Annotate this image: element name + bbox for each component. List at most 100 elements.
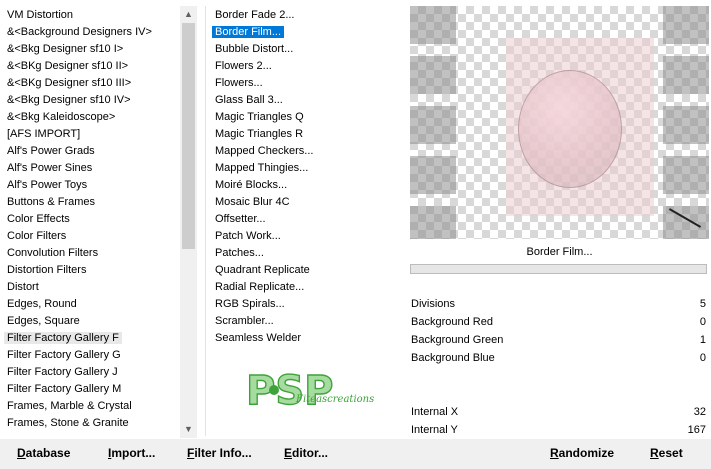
category-item[interactable]: VM Distortion <box>0 7 180 24</box>
filter-item[interactable]: Moiré Blocks... <box>208 177 398 194</box>
filter-item[interactable]: Mosaic Blur 4C <box>208 194 398 211</box>
filter-item-label: Mapped Checkers... <box>215 145 314 157</box>
param-row-background-red[interactable]: Background Red 0 <box>410 313 708 331</box>
filter-item-label: Flowers 2... <box>215 60 272 72</box>
watermark-small-text: Fiteascreations <box>295 394 374 405</box>
category-item[interactable]: Convolution Filters <box>0 245 180 262</box>
category-item-label: Filter Factory Gallery G <box>7 349 121 361</box>
progress-bar <box>410 264 707 274</box>
filter-item[interactable]: Border Film... <box>208 24 398 41</box>
category-item-label: Frames, Stone & Granite <box>7 417 129 429</box>
filter-info-button[interactable]: Filter Info... <box>187 445 252 462</box>
param-row-internal-x[interactable]: Internal X 32 <box>410 403 708 421</box>
param-name: Internal Y <box>411 424 458 436</box>
category-item[interactable]: &<Bkg Designer sf10 I> <box>0 41 180 58</box>
category-item[interactable]: [AFS IMPORT] <box>0 126 180 143</box>
category-item[interactable]: Frames, Textured <box>0 432 180 435</box>
category-item[interactable]: Edges, Round <box>0 296 180 313</box>
filter-item[interactable]: Glass Ball 3... <box>208 92 398 109</box>
editor-button[interactable]: Editor... <box>284 445 328 462</box>
category-scrollbar[interactable]: ▲ ▼ <box>180 6 197 438</box>
category-item[interactable]: Filter Factory Gallery J <box>0 364 180 381</box>
category-item-label: Color Effects <box>7 213 70 225</box>
param-value[interactable]: 1 <box>700 331 706 349</box>
category-item-label: &<BKg Designer sf10 II> <box>7 60 129 72</box>
category-item[interactable]: Frames, Marble & Crystal <box>0 398 180 415</box>
filter-item-label: Patches... <box>215 247 264 259</box>
filter-item[interactable]: Bubble Distort... <box>208 41 398 58</box>
filter-item[interactable]: Patch Work... <box>208 228 398 245</box>
category-item[interactable]: &<Bkg Designer sf10 IV> <box>0 92 180 109</box>
filter-item[interactable]: Mapped Checkers... <box>208 143 398 160</box>
filter-item[interactable]: Patches... <box>208 245 398 262</box>
filter-item[interactable]: Flowers 2... <box>208 58 398 75</box>
filter-item[interactable]: Magic Triangles R <box>208 126 398 143</box>
category-item-label: [AFS IMPORT] <box>7 128 81 140</box>
category-item[interactable]: &<BKg Designer sf10 II> <box>0 58 180 75</box>
filter-item[interactable]: Mapped Thingies... <box>208 160 398 177</box>
category-item-label: &<Bkg Designer sf10 I> <box>7 43 124 55</box>
category-item[interactable]: Filter Factory Gallery G <box>0 347 180 364</box>
category-item[interactable]: Filter Factory Gallery F <box>0 330 180 347</box>
filter-item-label: Glass Ball 3... <box>215 94 283 106</box>
category-item-label: Filter Factory Gallery F <box>4 332 122 344</box>
scrollbar-thumb[interactable] <box>182 23 195 249</box>
randomize-button[interactable]: Randomize <box>550 445 614 462</box>
category-list[interactable]: VM Distortion &<Background Designers IV> &… <box>0 7 180 435</box>
filter-list[interactable]: Border Fade 2... Border Film... Bubble Dis… <box>208 7 398 357</box>
category-item[interactable]: Filter Factory Gallery M <box>0 381 180 398</box>
chevron-up-icon[interactable]: ▲ <box>180 6 197 23</box>
category-item-label: Edges, Round <box>7 298 77 310</box>
category-item[interactable]: &<BKg Designer sf10 III> <box>0 75 180 92</box>
category-item-label: Alf's Power Grads <box>7 145 95 157</box>
category-item[interactable]: Distort <box>0 279 180 296</box>
category-item[interactable]: Alf's Power Toys <box>0 177 180 194</box>
category-item[interactable]: Color Filters <box>0 228 180 245</box>
category-item-label: VM Distortion <box>7 9 74 21</box>
filter-item[interactable]: Flowers... <box>208 75 398 92</box>
category-item-label: Filter Factory Gallery J <box>7 366 118 378</box>
filter-item[interactable]: Border Fade 2... <box>208 7 398 24</box>
filter-item[interactable]: Offsetter... <box>208 211 398 228</box>
param-name: Background Red <box>411 316 493 328</box>
category-item-label: Convolution Filters <box>7 247 99 259</box>
category-item[interactable]: Alf's Power Sines <box>0 160 180 177</box>
filter-item-label: Magic Triangles R <box>215 128 304 140</box>
category-item-label: &<BKg Designer sf10 III> <box>7 77 132 89</box>
chevron-down-icon[interactable]: ▼ <box>180 421 197 438</box>
category-item[interactable]: &<Bkg Kaleidoscope> <box>0 109 180 126</box>
category-item[interactable]: Color Effects <box>0 211 180 228</box>
filter-item[interactable]: Seamless Welder <box>208 330 398 347</box>
category-item-label: &<Bkg Kaleidoscope> <box>7 111 116 123</box>
param-value[interactable]: 0 <box>700 313 706 331</box>
category-item-label: Alf's Power Sines <box>7 162 93 174</box>
param-row-divisions[interactable]: Divisions 5 <box>410 295 708 313</box>
category-item[interactable]: Frames, Stone & Granite <box>0 415 180 432</box>
database-button[interactable]: Database <box>17 445 70 462</box>
filter-item-label: Seamless Welder <box>215 332 301 344</box>
param-value[interactable]: 5 <box>700 295 706 313</box>
param-value[interactable]: 32 <box>694 403 706 421</box>
category-item[interactable]: &<Background Designers IV> <box>0 24 180 41</box>
filter-item[interactable]: Radial Replicate... <box>208 279 398 296</box>
param-name: Internal X <box>411 406 459 418</box>
param-row-internal-y[interactable]: Internal Y 167 <box>410 421 708 439</box>
filter-item[interactable]: Magic Triangles Q <box>208 109 398 126</box>
filter-item-label: Mapped Thingies... <box>215 162 309 174</box>
filter-preview <box>410 6 709 239</box>
filter-item[interactable]: RGB Spirals... <box>208 296 398 313</box>
filter-item-label: Mosaic Blur 4C <box>215 196 290 208</box>
reset-button[interactable]: Reset <box>650 445 683 462</box>
category-item[interactable]: Edges, Square <box>0 313 180 330</box>
category-item[interactable]: Alf's Power Grads <box>0 143 180 160</box>
param-value[interactable]: 0 <box>700 349 706 367</box>
param-row-background-green[interactable]: Background Green 1 <box>410 331 708 349</box>
import-button[interactable]: Import... <box>108 445 155 462</box>
param-name: Background Green <box>411 334 504 346</box>
category-item[interactable]: Distortion Filters <box>0 262 180 279</box>
param-row-background-blue[interactable]: Background Blue 0 <box>410 349 708 367</box>
param-value[interactable]: 167 <box>688 421 706 439</box>
filter-item[interactable]: Scrambler... <box>208 313 398 330</box>
category-item[interactable]: Buttons & Frames <box>0 194 180 211</box>
filter-item[interactable]: Quadrant Replicate <box>208 262 398 279</box>
